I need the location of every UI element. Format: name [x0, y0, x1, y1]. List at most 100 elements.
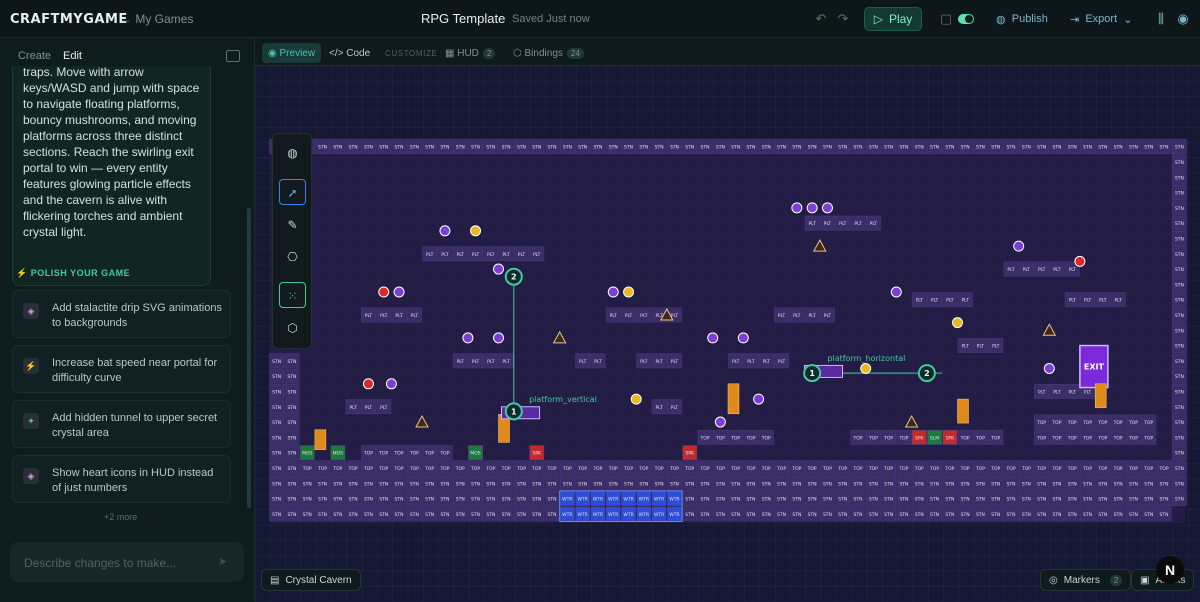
code-toggle[interactable]: </> Code: [323, 43, 376, 63]
debug-icon[interactable]: ▢: [937, 10, 955, 28]
floor-tile-label: WTR: [593, 512, 603, 518]
publish-button[interactable]: ◍ Publish: [996, 8, 1048, 30]
n-badge-icon[interactable]: N: [1156, 556, 1184, 584]
play-button[interactable]: ▷ Play: [864, 7, 922, 31]
stone-tile-label: STN: [1175, 344, 1184, 350]
markers-button[interactable]: ◎ Markers 2: [1040, 569, 1132, 591]
back-to-games-link[interactable]: ← My Games: [120, 12, 193, 26]
level-canvas[interactable]: STN STN STN STN STN STN STN STN STN STN STN STN STN S…: [255, 66, 1200, 602]
suggestion-item[interactable]: ◈ Add stalactite drip SVG animations to b…: [12, 290, 231, 338]
stone-tile-label: STN: [1175, 497, 1184, 503]
suggestion-item[interactable]: ◈ Show heart icons in HUD instead of just…: [12, 455, 231, 503]
send-icon[interactable]: ➤: [218, 555, 227, 568]
floor-tile-label: STN: [456, 512, 465, 518]
brush-tool-icon[interactable]: ✎: [279, 212, 306, 238]
platform-tile-label: PLT: [671, 359, 679, 365]
collapse-sidebar-icon[interactable]: [226, 50, 240, 62]
suggestion-item[interactable]: ⚡ Increase bat speed near portal for diff…: [12, 345, 231, 393]
floor-tile-label: TOP: [348, 466, 358, 472]
tab-create[interactable]: Create: [18, 50, 51, 62]
library-icon[interactable]: ⫼: [1152, 10, 1170, 28]
waypoint-number: 1: [511, 407, 517, 416]
platform-tile-label: PLT: [778, 313, 786, 319]
top-tile-label: TOP: [1036, 435, 1046, 441]
stone-tile-label: STN: [685, 145, 694, 151]
user-icon[interactable]: ◉: [1174, 10, 1192, 28]
stone-tile-label: STN: [899, 145, 908, 151]
grid-tool-icon[interactable]: ⁙: [279, 282, 306, 308]
floor-tile-label: STN: [1098, 512, 1107, 518]
level-selector[interactable]: ▤ Crystal Cavern: [261, 569, 361, 591]
stone-tile-label: STN: [1175, 328, 1184, 334]
sidebar-scrollbar[interactable]: [247, 208, 251, 508]
platform-tile-label: PLT: [992, 344, 1000, 350]
platform-horizontal-label: platform_horizontal: [827, 354, 905, 363]
stone-tile-label: STN: [1175, 145, 1184, 151]
floor-tile-label: STN: [395, 497, 404, 503]
floor-tile-label: STN: [808, 481, 817, 487]
redo-icon[interactable]: ↷: [834, 10, 852, 28]
floor-tile-label: STN: [1022, 497, 1031, 503]
floor-tile-label: STN: [1160, 497, 1169, 503]
level-map[interactable]: STN STN STN STN STN STN STN STN STN STN STN STN STN S…: [255, 66, 1200, 602]
floor-tile-label: TOP: [730, 466, 740, 472]
floor-tile-label: STN: [471, 481, 480, 487]
top-tile-label: TOP: [898, 435, 908, 441]
polish-heading-text: POLISH YOUR GAME: [30, 268, 131, 278]
stone-tile-label: STN: [272, 374, 281, 380]
hud-button[interactable]: ▦ HUD 2: [439, 43, 501, 63]
train-tool-icon[interactable]: ⎔: [279, 244, 306, 270]
torch-marker: [1094, 383, 1107, 409]
floor-tile-label: STN: [364, 512, 373, 518]
floor-tile-label: STN: [808, 512, 817, 518]
app-logo[interactable]: CRAFTMYGAME: [10, 12, 128, 27]
floor-tile-label: TOP: [944, 466, 954, 472]
entity-marker: [806, 202, 818, 214]
stone-tile-label: STN: [915, 145, 924, 151]
polish-heading: ⚡ POLISH YOUR GAME: [16, 268, 130, 279]
floor-tile-label: TOP: [592, 466, 602, 472]
top-tile-label: TOP: [990, 435, 1000, 441]
select-tool-icon[interactable]: ➚: [279, 179, 306, 205]
floor-tile-label: STN: [1052, 512, 1061, 518]
globe-tool-icon[interactable]: ◍: [279, 140, 306, 166]
floor-tile-label: STN: [716, 481, 725, 487]
stone-tile-label: STN: [272, 481, 281, 487]
floor-tile-label: STN: [762, 512, 771, 518]
entity-marker: [753, 393, 765, 405]
top-tile-label: TOP: [1082, 435, 1092, 441]
back-label: My Games: [135, 12, 194, 26]
stone-tile-label: STN: [563, 145, 572, 151]
preview-toggle[interactable]: ◉ Preview: [262, 43, 322, 63]
more-suggestions-link[interactable]: +2 more: [104, 512, 137, 522]
floor-tile-label: STN: [808, 497, 817, 503]
export-button[interactable]: ⇥ Export ⌄: [1070, 8, 1132, 30]
floor-tile-label: STN: [991, 497, 1000, 503]
entity-marker: [1074, 255, 1086, 267]
undo-icon[interactable]: ↶: [812, 10, 830, 28]
project-title[interactable]: RPG Template: [421, 11, 505, 26]
floor-tile-label: STN: [915, 497, 924, 503]
platform-tile-label: PLT: [1007, 267, 1015, 273]
tab-edit[interactable]: Edit: [63, 50, 82, 62]
platform-tile-label: PLT: [808, 221, 816, 227]
palette-icon: ◈: [23, 468, 39, 484]
platform-tile-label: PLT: [824, 313, 832, 319]
code-label: Code: [346, 47, 371, 59]
top-tile-label: TOP: [868, 435, 878, 441]
floor-tile-label: TOP: [1051, 466, 1061, 472]
cube-tool-icon[interactable]: ⬡: [279, 315, 306, 341]
entity-marker: [707, 332, 719, 344]
autosave-toggle[interactable]: [958, 14, 974, 24]
stone-tile-label: STN: [1175, 466, 1184, 472]
floor-tile-label: STN: [838, 497, 847, 503]
bindings-label: Bindings: [524, 47, 563, 59]
floor-tile-label: STN: [976, 512, 985, 518]
platform-vertical-label: platform_vertical: [529, 395, 597, 404]
suggestion-item[interactable]: ✦ Add hidden tunnel to upper secret cryst…: [12, 400, 231, 448]
chat-input[interactable]: Describe changes to make...: [10, 542, 244, 582]
floor-tile-label: STN: [502, 512, 511, 518]
top-bar: CRAFTMYGAME ← My Games RPG Template Save…: [0, 0, 1200, 38]
bindings-button[interactable]: ⬡ Bindings 24: [507, 43, 590, 63]
platform-tile-label: PLT: [640, 359, 648, 365]
